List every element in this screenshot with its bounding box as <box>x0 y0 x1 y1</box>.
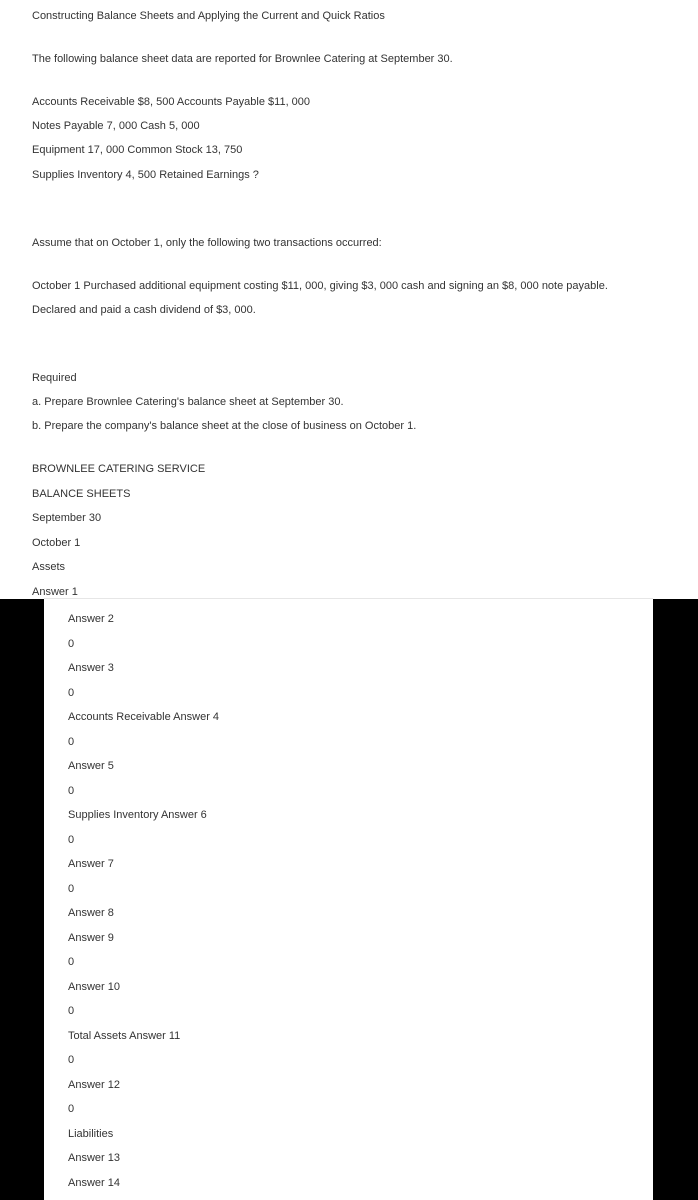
date-october: October 1 <box>32 537 81 549</box>
answer-field[interactable]: Answer 8 <box>68 906 114 920</box>
transaction-line: October 1 Purchased additional equipment… <box>32 280 608 292</box>
answer-field[interactable]: Total Assets Answer 11 <box>68 1029 180 1043</box>
answer-field[interactable]: Answer 2 <box>68 612 114 626</box>
page-title: Constructing Balance Sheets and Applying… <box>32 10 385 22</box>
data-line: Supplies Inventory 4, 500 Retained Earni… <box>32 169 259 181</box>
required-item: a. Prepare Brownlee Catering's balance s… <box>32 396 344 408</box>
required-item: b. Prepare the company's balance sheet a… <box>32 420 417 432</box>
date-september: September 30 <box>32 512 102 524</box>
assets-label: Assets <box>32 561 66 573</box>
intro-text: The following balance sheet data are rep… <box>32 53 453 65</box>
answer-field[interactable]: Liabilities <box>68 1127 113 1141</box>
answer-value[interactable]: 0 <box>68 882 74 896</box>
answer-value[interactable]: 0 <box>68 637 74 651</box>
answer-value[interactable]: 0 <box>68 735 74 749</box>
answer-field[interactable]: Answer 14 <box>68 1176 120 1190</box>
answer-field[interactable]: Answer 9 <box>68 931 114 945</box>
answer-value[interactable]: 0 <box>68 686 74 700</box>
answer-value[interactable]: 0 <box>68 833 74 847</box>
answer-field[interactable]: Answer 5 <box>68 759 114 773</box>
answer-field[interactable]: Answer 7 <box>68 857 114 871</box>
assume-text: Assume that on October 1, only the follo… <box>32 237 382 249</box>
answer-field[interactable]: Supplies Inventory Answer 6 <box>68 808 207 822</box>
left-black-bar <box>0 599 44 1200</box>
data-line: Accounts Receivable $8, 500 Accounts Pay… <box>32 96 311 108</box>
answer-value[interactable]: 0 <box>68 1102 74 1116</box>
data-line: Equipment 17, 000 Common Stock 13, 750 <box>32 144 243 156</box>
answer-value[interactable]: 0 <box>68 784 74 798</box>
answer-field[interactable]: Answer 10 <box>68 980 120 994</box>
answer-field[interactable]: Answer 3 <box>68 661 114 675</box>
answer-field[interactable]: Answer 13 <box>68 1151 120 1165</box>
answer-value[interactable]: 0 <box>68 955 74 969</box>
answer-field[interactable]: Answer 12 <box>68 1078 120 1092</box>
answer-panel: Answer 2 0 Answer 3 0 Accounts Receivable An… <box>44 598 653 1200</box>
right-black-bar <box>653 599 698 1200</box>
transaction-line: Declared and paid a cash dividend of $3,… <box>32 304 256 316</box>
company-name: BROWNLEE CATERING SERVICE <box>32 463 206 475</box>
answer-1-field[interactable]: Answer 1 <box>32 585 78 599</box>
data-line: Notes Payable 7, 000 Cash 5, 000 <box>32 120 200 132</box>
answer-value[interactable]: 0 <box>68 1004 74 1018</box>
answer-field[interactable]: Accounts Receivable Answer 4 <box>68 710 219 724</box>
sheet-heading: BALANCE SHEETS <box>32 488 131 500</box>
answer-value[interactable]: 0 <box>68 1053 74 1067</box>
required-heading: Required <box>32 372 77 384</box>
